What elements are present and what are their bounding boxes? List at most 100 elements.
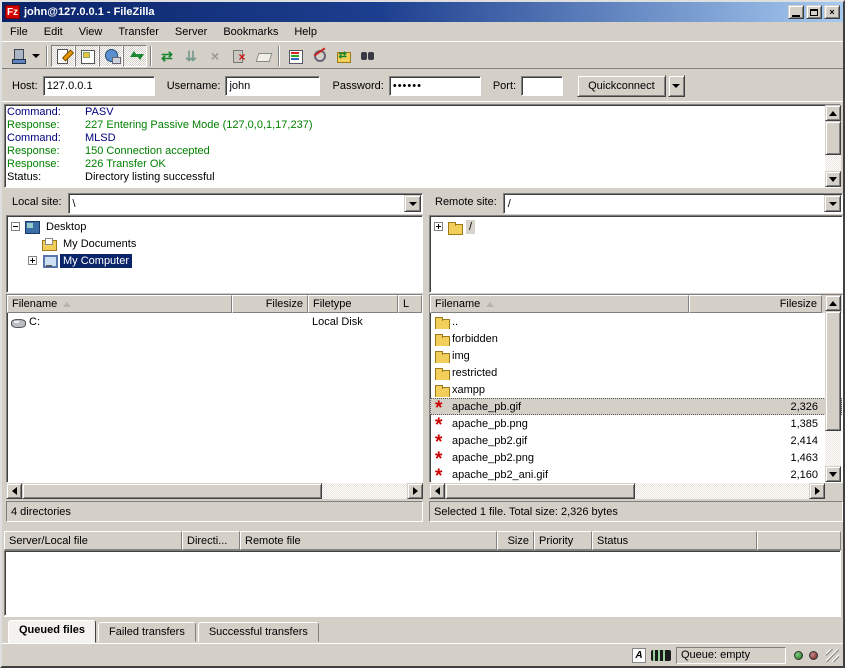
scrollbar-thumb[interactable]	[22, 483, 322, 499]
scrollbar-thumb[interactable]	[825, 121, 841, 155]
folder-icon	[434, 332, 450, 346]
remote-file-row[interactable]: forbidden	[430, 330, 842, 347]
menu-bookmarks[interactable]: Bookmarks	[215, 24, 286, 40]
site-manager-button[interactable]	[5, 45, 29, 67]
refresh-button[interactable]: ⇄	[155, 45, 179, 67]
tree-item-desktop[interactable]: Desktop	[11, 218, 422, 235]
local-horizontal-scrollbar[interactable]	[6, 483, 423, 499]
port-input[interactable]	[521, 76, 563, 96]
remote-file-row-selected[interactable]: apache_pb.gif 2,326	[430, 398, 842, 415]
transfer-queue-list[interactable]	[4, 550, 841, 616]
column-header-filename[interactable]: Filename	[430, 295, 689, 313]
remote-file-row[interactable]: apache_pb2.gif 2,414	[430, 432, 842, 449]
quickconnect-button[interactable]: Quickconnect	[577, 75, 666, 97]
toggle-local-tree-button[interactable]	[75, 45, 99, 67]
column-header-filesize[interactable]: Filesize	[689, 295, 822, 313]
find-files-button[interactable]	[355, 45, 379, 67]
menu-help[interactable]: Help	[286, 24, 325, 40]
menu-transfer[interactable]: Transfer	[110, 24, 167, 40]
column-header-filetype[interactable]: Filetype	[308, 295, 398, 313]
remote-list-scrollbar[interactable]	[825, 295, 841, 482]
remote-site-combobox[interactable]: /	[503, 193, 843, 214]
tree-item-root[interactable]: /	[434, 218, 842, 235]
tab-queued-files[interactable]: Queued files	[8, 620, 96, 643]
scrollbar-thumb[interactable]	[825, 311, 841, 431]
tab-successful-transfers[interactable]: Successful transfers	[198, 622, 319, 642]
column-header-priority[interactable]: Priority	[534, 531, 592, 550]
scroll-right-button[interactable]	[407, 483, 423, 499]
scroll-left-button[interactable]	[6, 483, 22, 499]
collapse-expander-icon[interactable]	[11, 222, 20, 231]
synchronized-browsing-button[interactable]	[331, 45, 355, 67]
scroll-up-button[interactable]	[825, 105, 841, 121]
menu-server[interactable]: Server	[167, 24, 215, 40]
remote-file-list[interactable]: Filename Filesize .. forbidden img restr…	[429, 294, 843, 483]
remote-file-row[interactable]: apache_pb2_ani.gif 2,160	[430, 466, 842, 483]
scroll-down-button[interactable]	[825, 466, 841, 482]
scroll-right-button[interactable]	[809, 483, 825, 499]
menu-view[interactable]: View	[71, 24, 111, 40]
local-site-dropdown-button[interactable]	[404, 195, 421, 212]
maximize-button[interactable]	[806, 5, 822, 19]
title-bar[interactable]: Fz john@127.0.0.1 - FileZilla ×	[2, 2, 843, 22]
file-name: xampp	[452, 384, 485, 396]
quickconnect-dropdown-button[interactable]	[668, 75, 685, 97]
directory-comparison-button[interactable]	[283, 45, 307, 67]
quickconnect-bar: Host: Username: Password: Port: Quickcon…	[2, 70, 843, 102]
local-site-combobox[interactable]: \	[68, 193, 423, 214]
log-line: Status:Directory listing successful	[7, 171, 838, 184]
column-header-lastmodified[interactable]: L	[398, 295, 422, 313]
scroll-left-button[interactable]	[429, 483, 445, 499]
remote-file-row[interactable]: img	[430, 347, 842, 364]
filezilla-window: Fz john@127.0.0.1 - FileZilla × File Edi…	[0, 0, 845, 668]
disconnect-button[interactable]: ×	[227, 45, 251, 67]
site-manager-dropdown-button[interactable]	[29, 45, 43, 67]
local-directory-tree[interactable]: Desktop My Documents My Computer	[6, 215, 423, 293]
username-input[interactable]	[225, 76, 320, 96]
status-bar: A Queue: empty	[2, 643, 843, 666]
remote-directory-tree[interactable]: /	[429, 215, 843, 293]
menu-file[interactable]: File	[2, 24, 36, 40]
remote-file-row[interactable]: ..	[430, 313, 842, 330]
scrollbar-thumb[interactable]	[445, 483, 635, 499]
menu-edit[interactable]: Edit	[36, 24, 71, 40]
column-header-filesize[interactable]: Filesize	[232, 295, 308, 313]
toggle-remote-tree-button[interactable]	[99, 45, 123, 67]
scroll-down-button[interactable]	[825, 171, 841, 187]
speed-limit-indicator-icon[interactable]	[651, 650, 671, 661]
remote-file-row[interactable]: restricted	[430, 364, 842, 381]
minimize-button[interactable]	[788, 5, 804, 19]
tab-failed-transfers[interactable]: Failed transfers	[98, 622, 196, 642]
toggle-transfer-queue-button[interactable]	[123, 45, 147, 67]
remote-file-row[interactable]: apache_pb.png 1,385	[430, 415, 842, 432]
resize-grip[interactable]	[826, 649, 839, 662]
expand-expander-icon[interactable]	[28, 256, 37, 265]
expand-expander-icon[interactable]	[434, 222, 443, 231]
column-header-direction[interactable]: Directi...	[182, 531, 240, 550]
column-header-size[interactable]: Size	[497, 531, 534, 550]
cancel-operation-button[interactable]: ×	[203, 45, 227, 67]
column-header-status[interactable]: Status	[592, 531, 757, 550]
host-input[interactable]	[43, 76, 155, 96]
column-header-remote-file[interactable]: Remote file	[240, 531, 497, 550]
column-header-filename[interactable]: Filename	[7, 295, 232, 313]
toggle-message-log-button[interactable]	[51, 45, 75, 67]
remote-site-dropdown-button[interactable]	[824, 195, 841, 212]
message-log[interactable]: Command:PASV Response:227 Entering Passi…	[4, 104, 841, 188]
password-input[interactable]	[389, 76, 481, 96]
log-scrollbar[interactable]	[825, 105, 841, 187]
remote-horizontal-scrollbar[interactable]	[429, 483, 825, 499]
local-file-list[interactable]: Filename Filesize Filetype L C: Local Di…	[6, 294, 423, 483]
tree-item-my-computer[interactable]: My Computer	[11, 252, 422, 269]
process-queue-button[interactable]: ⇊	[179, 45, 203, 67]
scroll-up-button[interactable]	[825, 295, 841, 311]
reconnect-button[interactable]	[251, 45, 275, 67]
filename-filters-button[interactable]	[307, 45, 331, 67]
column-header-server-local-file[interactable]: Server/Local file	[4, 531, 182, 550]
tree-item-my-documents[interactable]: My Documents	[11, 235, 422, 252]
remote-file-row[interactable]: apache_pb2.png 1,463	[430, 449, 842, 466]
data-type-indicator-icon[interactable]: A	[632, 648, 646, 663]
remote-file-row[interactable]: xampp	[430, 381, 842, 398]
close-button[interactable]: ×	[824, 5, 840, 19]
local-file-row[interactable]: C: Local Disk	[7, 313, 422, 330]
